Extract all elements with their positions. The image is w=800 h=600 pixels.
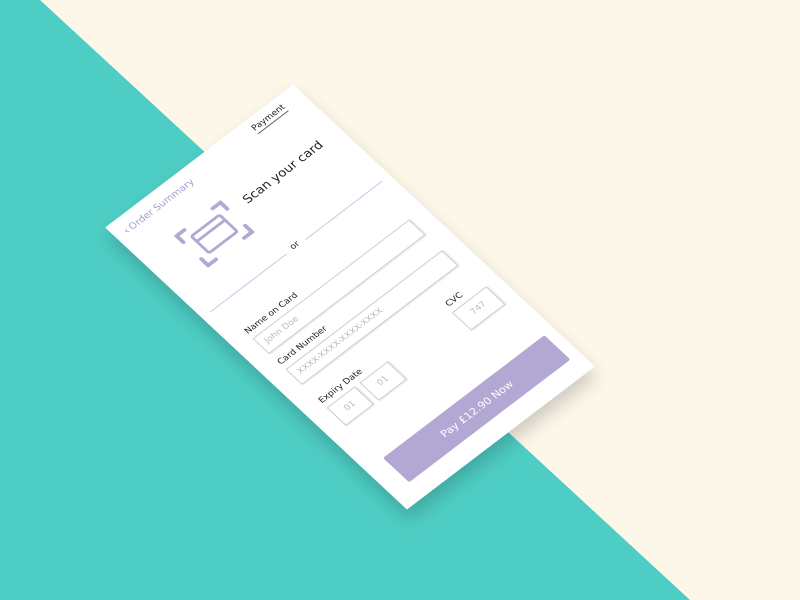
scan-card-label[interactable]: Scan your card — [240, 139, 327, 207]
or-divider: or — [288, 239, 303, 252]
tab-payment[interactable]: Payment — [249, 103, 290, 135]
cvc-placeholder: 747 — [468, 300, 489, 317]
expiry-year-input[interactable]: 01 — [359, 361, 407, 401]
divider-line-right — [305, 180, 383, 240]
card-scan-icon[interactable] — [171, 198, 258, 271]
expiry-month-value: 01 — [342, 399, 359, 413]
expiry-year-value: 01 — [375, 374, 392, 388]
